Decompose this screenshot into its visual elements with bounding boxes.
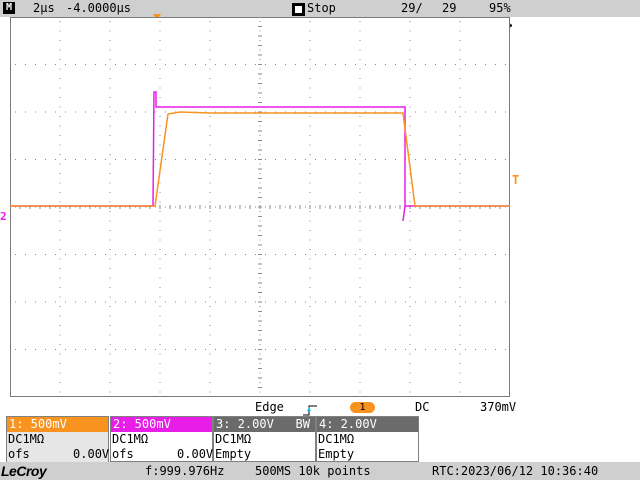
channel-3-offset: Empty (215, 447, 252, 461)
bottom-status-bar: f:999.976Hz 500MS 10k points RTC:2023/06… (0, 462, 640, 480)
channel-4-offset: Empty (318, 447, 355, 461)
channel-1-box[interactable]: 1: 500mV DC1MΩ ofs 0.00V (6, 416, 109, 462)
trigger-source-badge[interactable]: 1 (350, 402, 375, 413)
rising-edge-icon (303, 401, 317, 416)
trigger-type[interactable]: Edge (255, 400, 284, 414)
channel-3-coupling: DC1MΩ (215, 432, 252, 446)
acquisition-total: 29 (442, 1, 457, 15)
sampling-readout: 500MS 10k points (255, 464, 371, 478)
run-state[interactable]: Stop (307, 0, 336, 17)
channel-1-scale: 1: 500mV (7, 417, 108, 432)
channel-1-offset: ofs 0.00V (7, 447, 110, 462)
channel-2-scale: 2: 500mV (111, 417, 212, 432)
channel-4-box[interactable]: 4: 2.00V DC1MΩ Empty (316, 416, 419, 462)
brand-logo: LeCroy (1, 463, 47, 479)
channel-2-offset: ofs 0.00V (112, 447, 214, 461)
acquisition-count: 29/ (401, 1, 423, 15)
channel-1-coupling: DC1MΩ (7, 432, 108, 447)
channel-4-scale: 4: 2.00V (317, 417, 418, 432)
frequency-readout: f:999.976Hz (145, 464, 225, 478)
waveform-svg (10, 17, 510, 397)
run-stop-icon[interactable] (292, 3, 305, 16)
trigger-level-marker[interactable]: T (512, 173, 519, 187)
ch2-ground-marker[interactable]: 2 (0, 211, 9, 223)
zoom-level: 95% (489, 1, 511, 15)
rtc-clock: RTC:2023/06/12 10:36:40 (432, 464, 599, 478)
channel-3-box[interactable]: 3: 2.00V BW DC1MΩ Empty (213, 416, 316, 462)
waveform-display[interactable] (10, 17, 510, 397)
channel-4-coupling: DC1MΩ (318, 432, 355, 446)
channel-2-coupling: DC1MΩ (112, 432, 149, 446)
trigger-coupling[interactable]: DC (415, 400, 429, 414)
measure-mode-icon[interactable]: M (3, 2, 15, 14)
timebase-readout[interactable]: 2µs (33, 0, 55, 17)
trigger-level[interactable]: 370mV (480, 400, 516, 414)
delay-readout[interactable]: -4.0000µs (66, 0, 131, 17)
channel-3-scale: 3: 2.00V BW (214, 417, 315, 432)
channel-2-box[interactable]: 2: 500mV DC1MΩ ofs 0.00V (110, 416, 213, 462)
status-bar: M 2µs -4.0000µs Stop 29/ 29 95% (0, 0, 640, 32)
